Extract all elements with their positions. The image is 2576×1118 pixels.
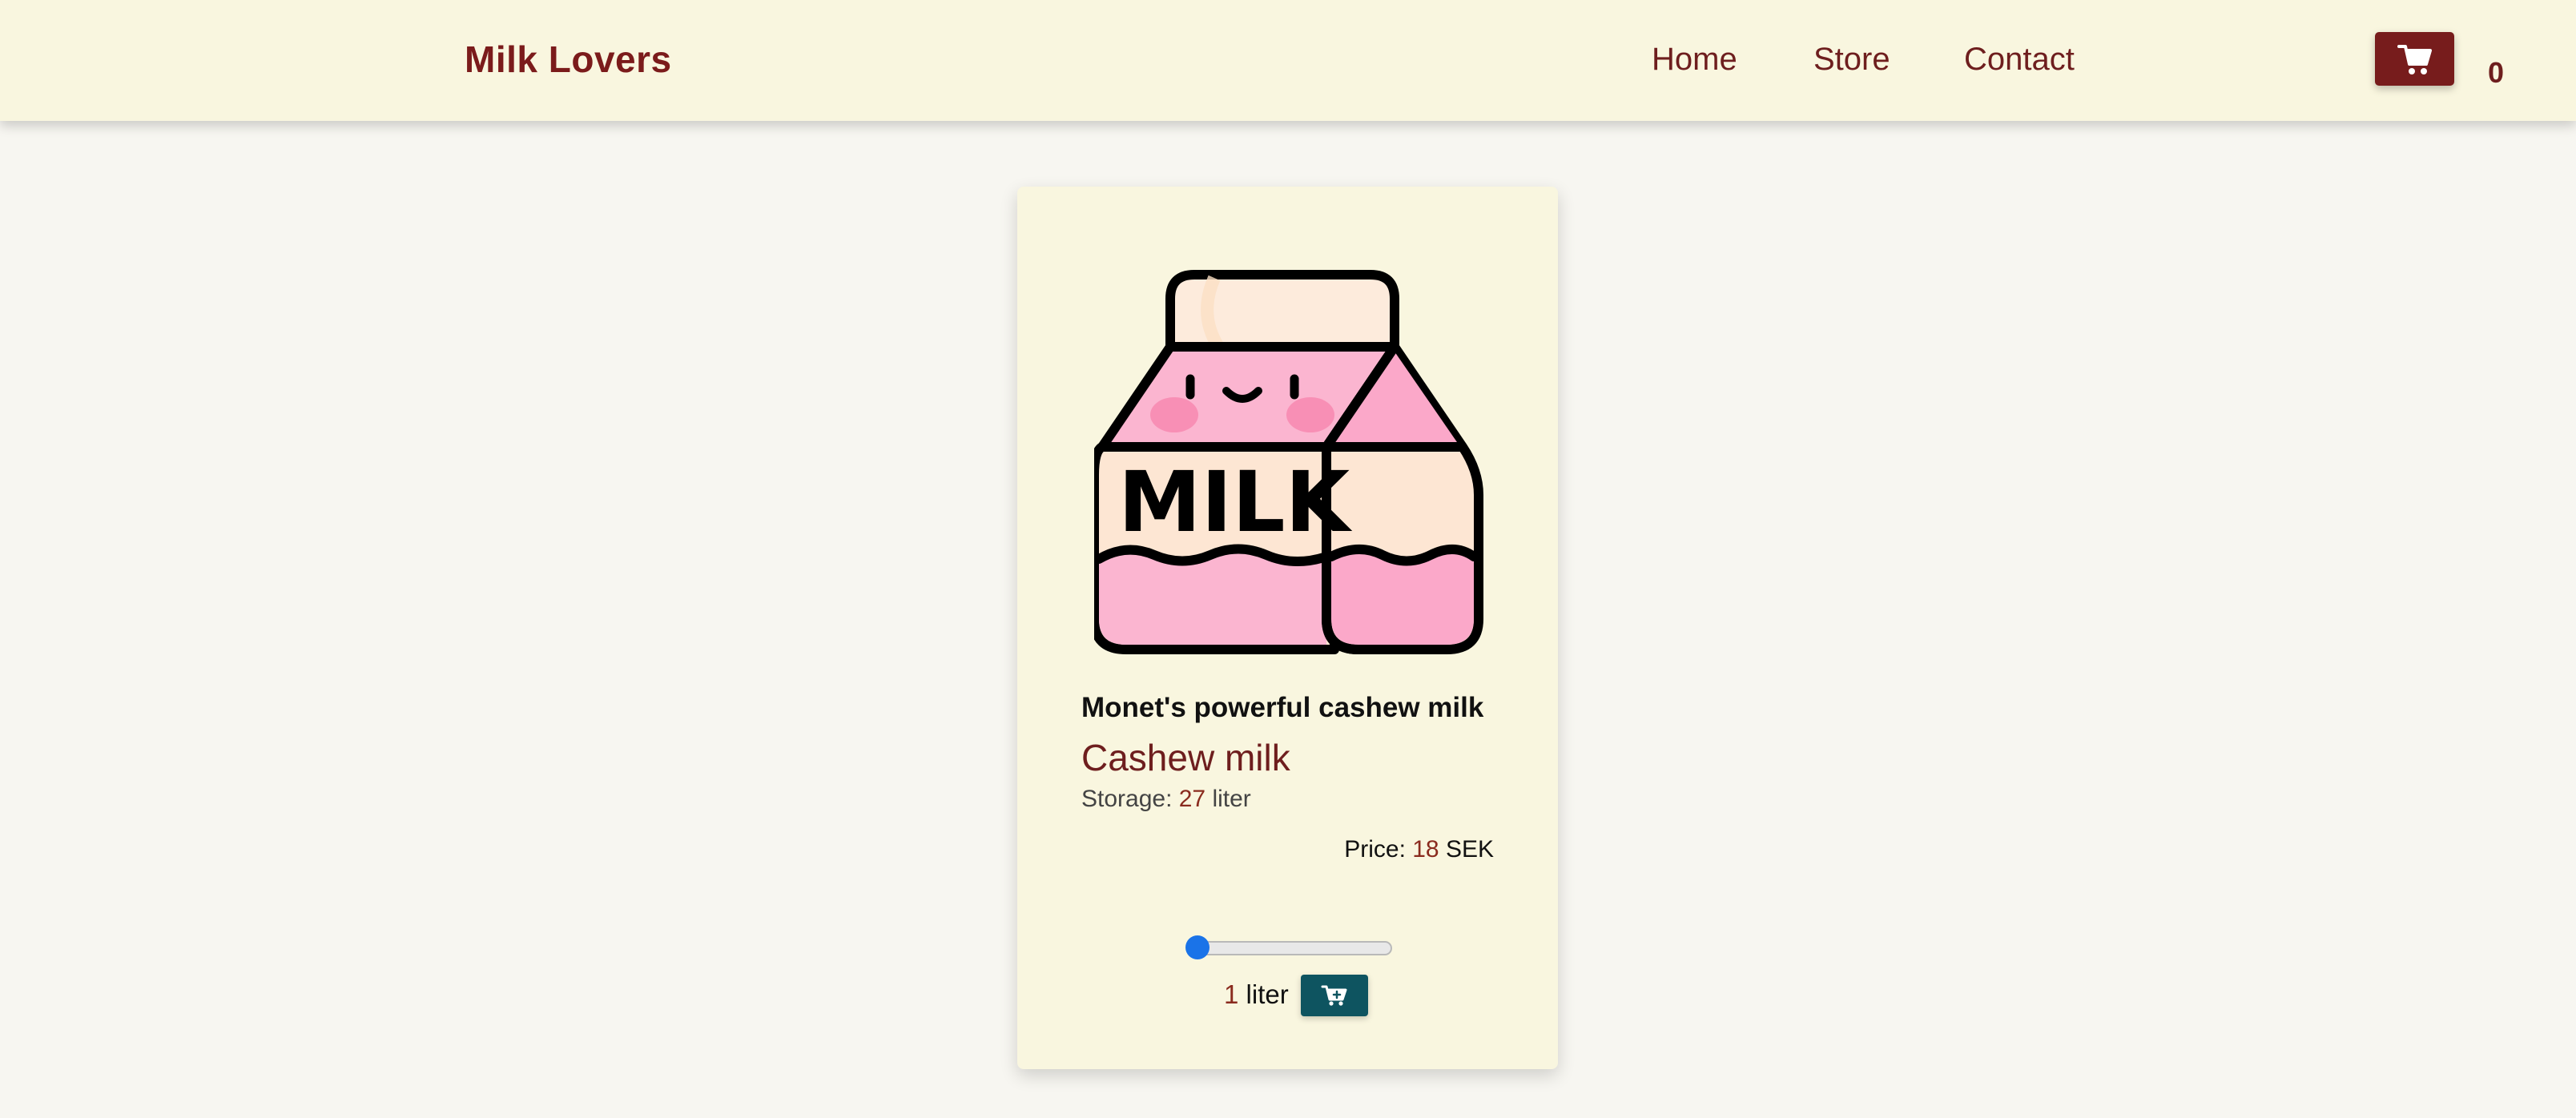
quantity-unit: liter bbox=[1238, 979, 1289, 1009]
storage-value: 27 bbox=[1178, 786, 1206, 812]
quantity-value: 1 bbox=[1224, 979, 1239, 1009]
quantity-slider-thumb[interactable] bbox=[1185, 935, 1210, 959]
price-unit: SEK bbox=[1439, 836, 1494, 863]
cart-count: 0 bbox=[2488, 56, 2505, 89]
nav-store-link[interactable]: Store bbox=[1813, 35, 1890, 83]
nav-home-link[interactable]: Home bbox=[1652, 35, 1737, 83]
product-name: Monet's powerful cashew milk bbox=[1081, 692, 1484, 723]
price-value: 18 bbox=[1412, 836, 1439, 863]
storage-info: Storage: 27 liter bbox=[1081, 783, 1251, 815]
carton-label: MILK bbox=[1118, 453, 1352, 551]
quantity-display: 1 liter bbox=[1224, 976, 1289, 1013]
storage-unit: liter bbox=[1205, 786, 1251, 812]
shopping-cart-icon bbox=[2397, 44, 2432, 74]
cart-button[interactable] bbox=[2375, 32, 2454, 86]
milk-carton-icon: MILK bbox=[1094, 270, 1483, 654]
add-to-cart-button[interactable] bbox=[1301, 975, 1368, 1016]
nav-contact-link[interactable]: Contact bbox=[1964, 35, 2075, 83]
product-card: MILK Monet's powerful cashew milk Cashew… bbox=[1017, 187, 1558, 1069]
price-info: Price: 18 SEK bbox=[1344, 834, 1494, 866]
brand-logo[interactable]: Milk Lovers bbox=[465, 35, 672, 83]
navbar: Milk Lovers Home Store Contact 0 bbox=[0, 0, 2576, 121]
add-to-cart-icon bbox=[1321, 985, 1347, 1006]
product-type: Cashew milk bbox=[1081, 737, 1290, 778]
storage-label: Storage: bbox=[1081, 786, 1179, 812]
quantity-slider[interactable] bbox=[1187, 941, 1392, 955]
price-label: Price: bbox=[1344, 836, 1413, 863]
